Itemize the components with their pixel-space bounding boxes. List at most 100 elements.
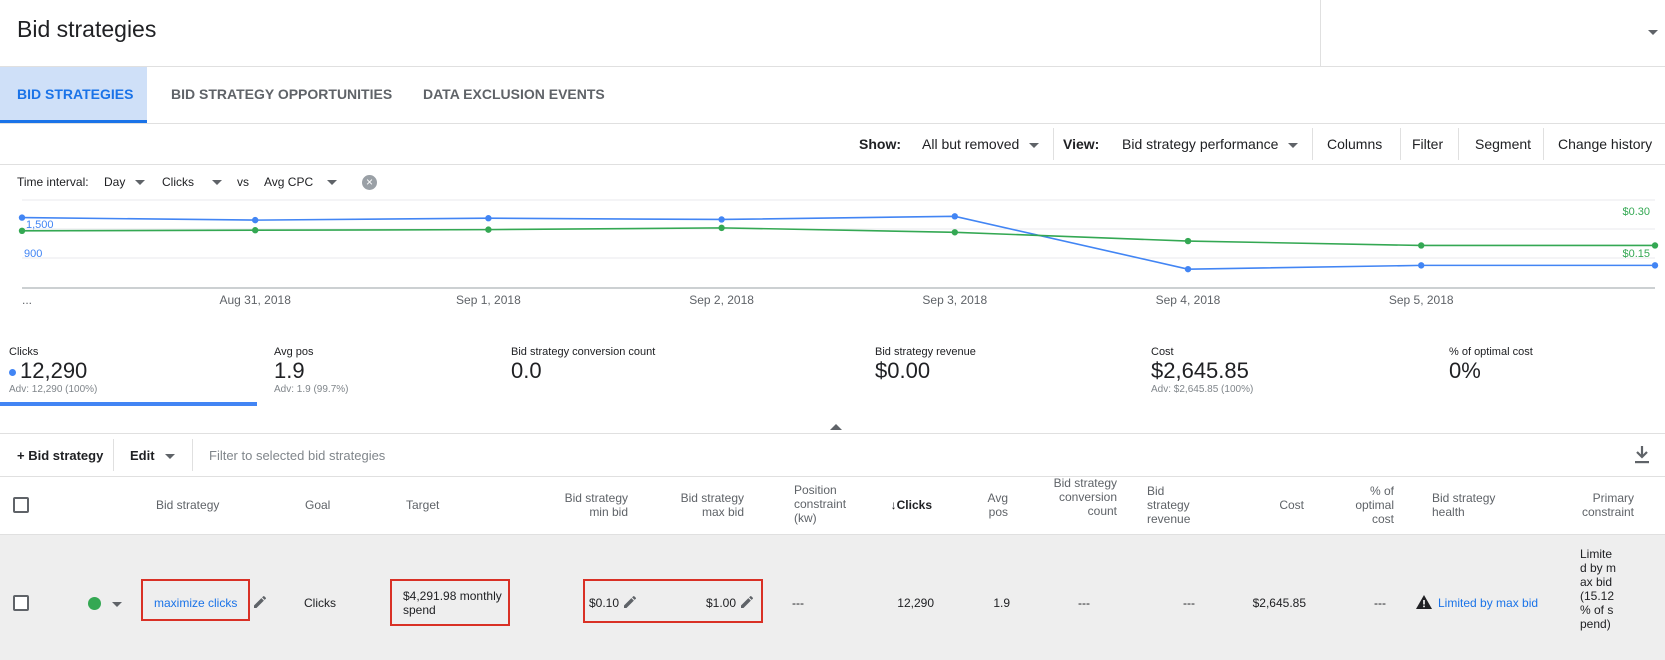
left-axis-tick-label: 1,500: [26, 219, 54, 231]
stat-adv: Adv: $2,645.85 (100%): [1151, 384, 1254, 395]
show-dropdown-value: All but removed: [922, 136, 1020, 152]
column-header-bid-strategy[interactable]: Bid strategy: [156, 498, 219, 512]
header-dropdown-arrow-icon[interactable]: [1648, 30, 1658, 35]
data-point: [718, 216, 725, 223]
data-point: [485, 215, 492, 222]
column-header-clicks[interactable]: ↓Clicks: [882, 498, 932, 512]
add-bid-strategy-button[interactable]: + Bid strategy: [17, 448, 103, 463]
status-dropdown-icon[interactable]: [112, 602, 122, 607]
max-bid-cell[interactable]: $1.00: [690, 596, 736, 610]
stat-revenue[interactable]: Bid strategy revenue $0.00: [875, 346, 976, 384]
health-link[interactable]: Limited by max bid: [1438, 596, 1538, 610]
column-header-position-constraint[interactable]: Position constraint (kw): [794, 483, 858, 525]
filter-button[interactable]: Filter: [1412, 136, 1443, 152]
bid-strategy-filter-input[interactable]: Filter to selected bid strategies: [209, 448, 385, 463]
data-point: [252, 216, 259, 224]
cost-cell: $2,645.85: [1252, 596, 1306, 610]
table-header: Bid strategy Goal Target Bid strategy mi…: [0, 476, 1665, 535]
data-point: [1651, 242, 1659, 249]
data-point: [18, 214, 26, 221]
data-point: [485, 226, 492, 233]
x-tick-label: Sep 3, 2018: [922, 293, 987, 307]
stat-pct-optimal-cost[interactable]: % of optimal cost 0%: [1449, 346, 1533, 384]
column-header-min-bid[interactable]: Bid strategy min bid: [556, 491, 628, 519]
show-dropdown[interactable]: All but removed: [922, 136, 1040, 152]
stat-conversion-count[interactable]: Bid strategy conversion count 0.0: [511, 346, 655, 384]
column-header-primary-constraint[interactable]: Primary constraint: [1570, 491, 1634, 519]
status-enabled-icon[interactable]: [88, 597, 101, 610]
data-point: [718, 224, 725, 232]
chevron-down-icon: [164, 454, 175, 460]
tab-bid-strategy-opportunities[interactable]: BID STRATEGY OPPORTUNITIES: [171, 67, 392, 123]
stat-label: Clicks: [9, 346, 39, 358]
row-checkbox[interactable]: [13, 595, 29, 611]
chevron-down-icon: [135, 180, 146, 186]
toolbar-divider: [1053, 128, 1054, 160]
view-dropdown-value: Bid strategy performance: [1122, 136, 1279, 152]
stat-value: $0.00: [875, 358, 931, 383]
toolbar-divider: [1458, 128, 1459, 160]
data-point: [252, 227, 259, 234]
column-header-max-bid[interactable]: Bid strategy max bid: [672, 491, 744, 519]
edit-pencil-icon[interactable]: [622, 594, 638, 610]
stat-value: 1.9: [274, 358, 305, 383]
change-history-button[interactable]: Change history: [1558, 136, 1652, 152]
stat-cost[interactable]: Cost $2,645.85 Adv: $2,645.85 (100%): [1151, 346, 1253, 395]
left-axis-tick-label: 900: [24, 248, 42, 260]
column-header-goal[interactable]: Goal: [305, 498, 330, 512]
header-divider: [1320, 0, 1321, 66]
stat-label: Avg pos: [274, 346, 314, 358]
x-tick-label: Sep 4, 2018: [1156, 293, 1221, 307]
avg-pos-cell: 1.9: [993, 596, 1010, 610]
stat-label: Cost: [1151, 346, 1174, 358]
clicks-cell: 12,290: [897, 596, 934, 610]
chevron-down-icon: [212, 180, 222, 186]
conversion-count-cell: ---: [1078, 596, 1090, 610]
stat-adv: Adv: 12,290 (100%): [9, 384, 98, 395]
columns-button[interactable]: Columns: [1327, 136, 1382, 152]
tab-data-exclusion-events[interactable]: DATA EXCLUSION EVENTS: [423, 67, 605, 123]
bid-strategy-link[interactable]: maximize clicks: [154, 596, 237, 610]
view-label: View:: [1063, 136, 1100, 152]
target-cell: $4,291.98 monthly spend: [403, 589, 502, 617]
series-dot-icon: [9, 368, 16, 376]
toolbar-divider: [113, 439, 114, 471]
stat-clicks[interactable]: Clicks 12,290 Adv: 12,290 (100%): [9, 346, 97, 395]
column-header-conversion-count[interactable]: Bid strategy conversion count: [1045, 476, 1117, 518]
edit-dropdown[interactable]: Edit: [130, 448, 175, 463]
edit-pencil-icon[interactable]: [739, 594, 755, 610]
revenue-cell: ---: [1183, 596, 1195, 610]
x-tick-label: Sep 5, 2018: [1389, 293, 1454, 307]
toolbar-divider: [1543, 128, 1544, 160]
select-all-checkbox[interactable]: [13, 497, 29, 513]
tab-bid-strategies[interactable]: BID STRATEGIES: [0, 67, 147, 123]
segment-button[interactable]: Segment: [1475, 136, 1531, 152]
column-header-pct-optimal[interactable]: % of optimal cost: [1336, 484, 1394, 526]
x-tick-label: Sep 2, 2018: [689, 293, 754, 307]
stat-avg-pos[interactable]: Avg pos 1.9 Adv: 1.9 (99.7%): [274, 346, 348, 395]
collapse-chart-icon[interactable]: [830, 424, 842, 430]
show-label: Show:: [859, 136, 901, 152]
pct-optimal-cell: ---: [1374, 596, 1386, 610]
column-header-revenue[interactable]: Bid strategy revenue: [1147, 484, 1203, 526]
right-axis-tick-label: $0.15: [1622, 248, 1650, 260]
column-header-health[interactable]: Bid strategy health: [1432, 491, 1512, 519]
min-bid-cell[interactable]: $0.10: [589, 596, 619, 610]
data-point: [951, 213, 958, 220]
performance-chart: ... Aug 31, 2018 Sep 1, 2018 Sep 2, 2018 Sep…: [18, 199, 1659, 307]
edit-pencil-icon[interactable]: [252, 594, 268, 610]
column-header-avg-pos[interactable]: Avg pos: [978, 491, 1008, 519]
column-header-target[interactable]: Target: [406, 498, 439, 512]
stat-label: Bid strategy conversion count: [511, 346, 656, 358]
data-point: [951, 229, 958, 236]
table-row: maximize clicks Clicks $4,291.98 monthly…: [0, 535, 1665, 660]
column-header-cost[interactable]: Cost: [1240, 498, 1304, 512]
download-icon[interactable]: [1634, 445, 1650, 465]
stat-adv: Adv: 1.9 (99.7%): [274, 384, 349, 395]
view-dropdown[interactable]: Bid strategy performance: [1122, 136, 1299, 152]
tab-bar: BID STRATEGIES BID STRATEGY OPPORTUNITIE…: [0, 67, 1665, 124]
data-point: [1418, 242, 1425, 249]
table-view-toolbar: Show: All but removed View: Bid strategy…: [0, 124, 1665, 165]
data-point: [1651, 262, 1659, 269]
stat-value: 0.0: [511, 358, 542, 383]
